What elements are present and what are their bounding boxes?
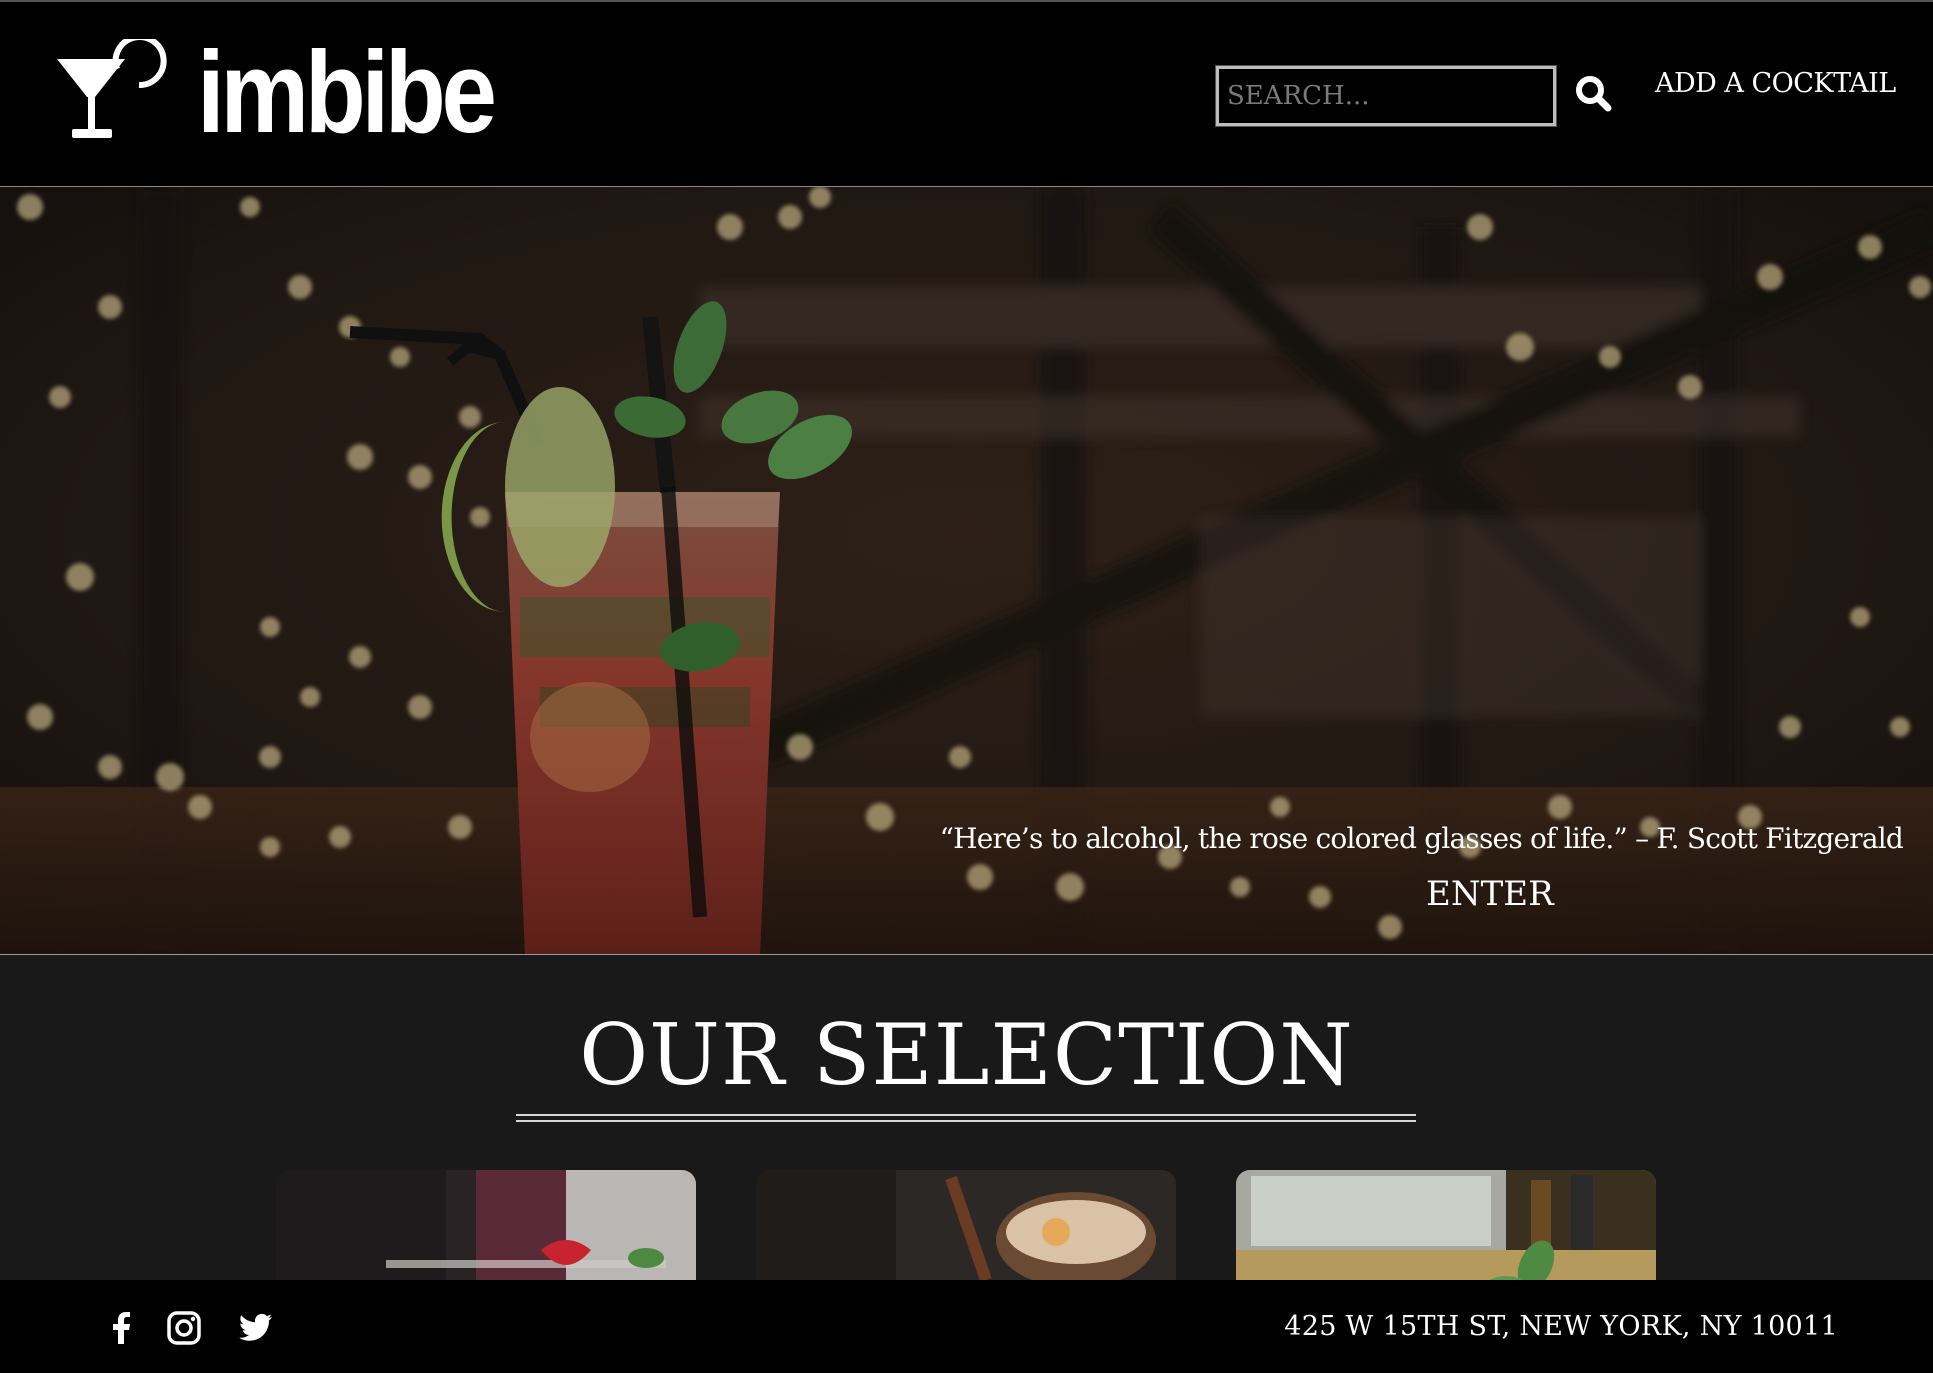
enter-button[interactable]: ENTER: [1426, 874, 1554, 914]
add-cocktail-link[interactable]: ADD A COCKTAIL: [1655, 68, 1896, 99]
site-header: imbibe ADD A COCKTAIL: [0, 0, 1933, 187]
search-input[interactable]: [1215, 65, 1557, 127]
facebook-icon[interactable]: [104, 1310, 140, 1346]
hero-quote: “Here’s to alcohol, the rose colored gla…: [939, 822, 1904, 855]
cocktail-glass-icon[interactable]: [55, 39, 170, 144]
footer-address: 425 W 15TH ST, NEW YORK, NY 10011: [1284, 1311, 1838, 1342]
site-footer: 425 W 15TH ST, NEW YORK, NY 10011: [0, 1280, 1933, 1373]
site-logo-text[interactable]: imbibe: [197, 22, 497, 162]
instagram-icon[interactable]: [166, 1310, 202, 1346]
hero-banner: “Here’s to alcohol, the rose colored gla…: [0, 187, 1933, 955]
twitter-icon[interactable]: [238, 1310, 274, 1346]
section-title: OUR SELECTION: [579, 1006, 1354, 1104]
search-icon[interactable]: [1572, 72, 1616, 116]
title-divider: [516, 1114, 1416, 1122]
